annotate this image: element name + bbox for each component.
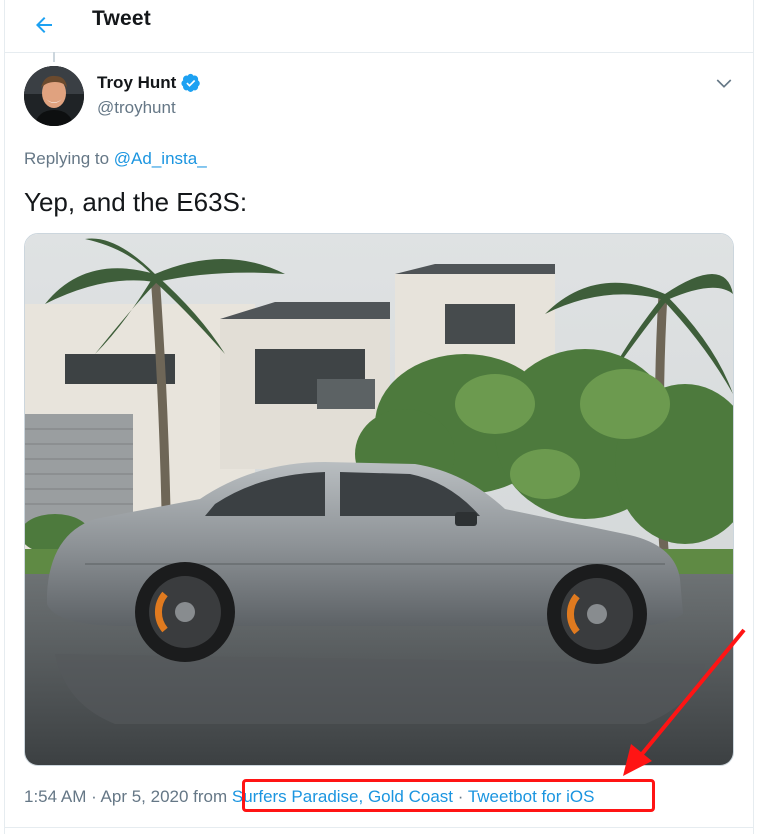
arrow-left-icon [36,17,52,33]
replying-to-label: Replying to [24,149,110,168]
thread-connector [53,52,55,62]
replying-to-line: Replying to @Ad_insta_ [24,149,207,169]
avatar[interactable] [24,66,84,126]
tweet-timestamp: 1:54 AM · Apr 5, 2020 from [24,787,232,806]
author-name-row: Troy Hunt [97,73,201,93]
page-title: Tweet [92,7,151,30]
tweet-page: Tweet Troy Hunt @troyhunt Replying to @A… [4,0,754,834]
divider [5,827,753,828]
author-handle[interactable]: @troyhunt [97,98,176,118]
replying-to-link[interactable]: @Ad_insta_ [114,149,207,168]
author-display-name[interactable]: Troy Hunt [97,73,176,93]
tweet-text: Yep, and the E63S: [24,187,248,217]
chevron-down-icon [716,79,732,88]
verified-badge-icon [181,73,201,92]
annotation-highlight-box [242,779,655,812]
back-button[interactable] [25,6,63,44]
more-options-button[interactable] [711,70,737,96]
tweet-photo[interactable] [24,233,734,766]
page-header: Tweet [5,0,753,53]
